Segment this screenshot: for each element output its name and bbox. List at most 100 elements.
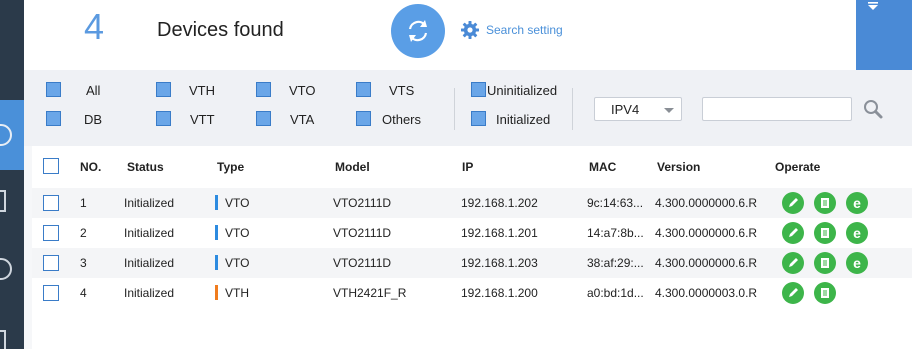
column-header-mac: MAC — [589, 160, 617, 174]
table-row[interactable]: 1 Initialized VTO VTO2111D 192.168.1.202… — [32, 188, 912, 218]
column-header-model: Model — [335, 160, 370, 174]
details-button[interactable] — [814, 222, 836, 244]
details-button[interactable] — [814, 192, 836, 214]
table-row[interactable]: 4 Initialized VTH VTH2421F_R 192.168.1.2… — [32, 278, 912, 308]
search-setting-label: Search setting — [486, 23, 563, 37]
edit-button[interactable] — [782, 252, 804, 274]
column-header-type: Type — [217, 160, 245, 174]
filter-checkbox-uninitialized[interactable] — [471, 82, 486, 97]
cell-type: VTO — [225, 256, 250, 270]
details-button[interactable] — [814, 252, 836, 274]
cell-mac: 14:a7:8b... — [587, 226, 644, 240]
cell-type: VTH — [225, 286, 249, 300]
cell-ip: 192.168.1.203 — [461, 256, 538, 270]
table-row[interactable]: 3 Initialized VTO VTO2111D 192.168.1.203… — [32, 248, 912, 278]
row-checkbox[interactable] — [43, 285, 59, 301]
cell-model: VTO2111D — [333, 196, 392, 210]
cell-version: 4.300.0000000.6.R — [655, 226, 758, 240]
chevron-down-icon — [664, 108, 674, 113]
cell-mac: a0:bd:1d... — [587, 286, 644, 300]
sidebar-item-icon[interactable] — [0, 258, 12, 280]
cell-no: 2 — [80, 226, 87, 240]
filter-label-uninitialized: Uninitialized — [487, 83, 558, 98]
column-header-version: Version — [657, 160, 701, 174]
edit-button[interactable] — [782, 222, 804, 244]
filter-label-initialized: Initialized — [496, 112, 551, 127]
corner-panel[interactable] — [856, 0, 912, 70]
ip-version-select[interactable]: IPV4 — [594, 97, 682, 121]
row-checkbox[interactable] — [43, 255, 59, 271]
cell-version: 4.300.0000003.0.R — [655, 286, 758, 300]
filter-checkbox-initialized[interactable] — [471, 111, 486, 126]
cell-version: 4.300.0000000.6.R — [655, 256, 758, 270]
gear-icon — [461, 21, 479, 39]
device-count: 4 — [84, 6, 105, 47]
row-checkbox[interactable] — [43, 225, 59, 241]
row-checkbox[interactable] — [43, 195, 59, 211]
sidebar-active-item[interactable] — [0, 100, 24, 170]
filter-checkbox-vta[interactable] — [256, 111, 271, 126]
filter-checkbox-others[interactable] — [356, 111, 371, 126]
sidebar-item-icon — [0, 124, 12, 146]
refresh-button[interactable] — [391, 4, 445, 58]
filter-label-vts: VTS — [389, 83, 415, 98]
filter-checkbox-vth[interactable] — [156, 82, 171, 97]
pencil-icon — [789, 228, 798, 237]
document-icon — [821, 228, 829, 238]
filter-checkbox-vto[interactable] — [256, 82, 271, 97]
device-table-area: NO. Status Type Model IP MAC Version Ope… — [24, 146, 912, 349]
sidebar-item-icon[interactable] — [0, 330, 6, 349]
web-button[interactable]: e — [846, 252, 868, 274]
column-header-no: NO. — [80, 160, 102, 174]
document-icon — [821, 288, 829, 298]
cell-model: VTH2421F_R — [333, 286, 407, 300]
pencil-icon — [789, 198, 798, 207]
devices-found-label: Devices found — [157, 19, 284, 41]
cell-status: Initialized — [124, 286, 175, 300]
filter-label-vth: VTH — [189, 83, 215, 98]
filter-checkbox-db[interactable] — [46, 111, 61, 126]
document-icon — [821, 198, 829, 208]
cell-status: Initialized — [124, 196, 175, 210]
cell-no: 1 — [80, 196, 87, 210]
ip-version-value: IPV4 — [611, 102, 640, 117]
edit-button[interactable] — [782, 282, 804, 304]
web-button[interactable]: e — [846, 222, 868, 244]
details-button[interactable] — [814, 282, 836, 304]
sidebar-item-icon[interactable] — [0, 190, 6, 212]
divider — [572, 88, 573, 130]
filter-label-vtt: VTT — [190, 112, 215, 127]
svg-text:e: e — [853, 195, 861, 211]
refresh-icon — [408, 20, 428, 42]
pencil-icon — [789, 258, 798, 267]
header: 4 Devices found Search setting — [24, 0, 912, 70]
magnifier-icon[interactable] — [862, 98, 884, 120]
document-icon — [821, 258, 829, 268]
divider — [454, 88, 455, 130]
filter-checkbox-vts[interactable] — [356, 82, 371, 97]
type-indicator — [215, 225, 218, 240]
filter-label-vta: VTA — [290, 112, 315, 127]
search-setting-button[interactable]: Search setting — [460, 20, 563, 40]
cell-mac: 9c:14:63... — [587, 196, 644, 210]
search-input[interactable] — [702, 97, 852, 121]
edit-button[interactable] — [782, 192, 804, 214]
filter-checkbox-all[interactable] — [46, 82, 61, 97]
web-button[interactable]: e — [846, 192, 868, 214]
cell-version: 4.300.0000000.6.R — [655, 196, 758, 210]
cell-no: 4 — [80, 286, 87, 300]
ie-browser-icon: e — [853, 195, 861, 211]
cell-type: VTO — [225, 196, 250, 210]
column-header-operate: Operate — [775, 160, 821, 174]
filter-label-db: DB — [84, 112, 103, 127]
filter-panel: All VTH VTO VTS Uninitialized DB VTT VTA… — [24, 70, 912, 146]
cell-status: Initialized — [124, 256, 175, 270]
table-row[interactable]: 2 Initialized VTO VTO2111D 192.168.1.201… — [32, 218, 912, 248]
select-all-checkbox[interactable] — [43, 158, 59, 174]
cell-type: VTO — [225, 226, 250, 240]
column-header-status: Status — [127, 160, 164, 174]
filter-checkbox-vtt[interactable] — [156, 111, 171, 126]
cell-ip: 192.168.1.202 — [461, 196, 538, 210]
filter-label-vto: VTO — [289, 83, 316, 98]
svg-text:e: e — [853, 255, 861, 271]
